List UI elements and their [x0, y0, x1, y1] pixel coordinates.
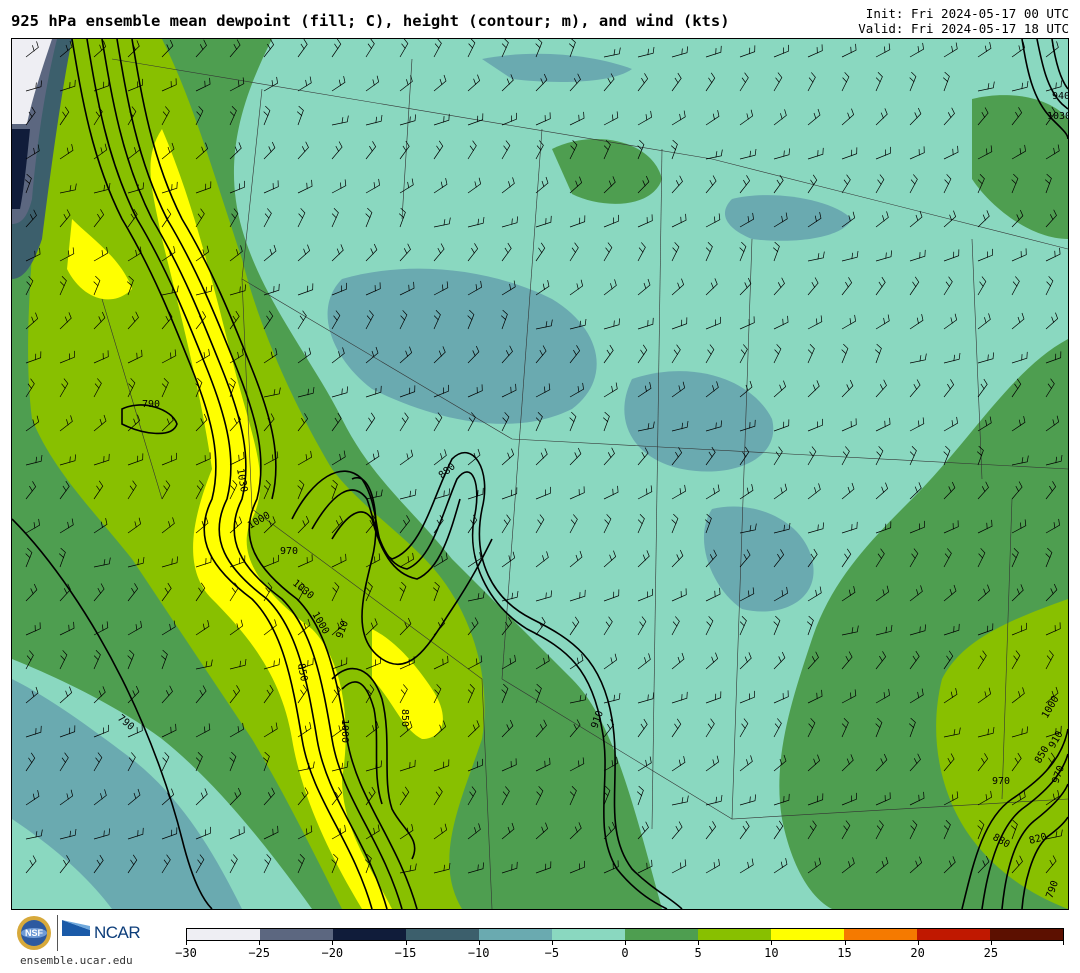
- map-svg: 790 790 790 1030 1000 970 1030 1000 910 …: [12, 39, 1068, 909]
- colorbar-swatch: [698, 929, 771, 940]
- colorbar-tick: [332, 941, 334, 945]
- colorbar-tick: [771, 941, 773, 945]
- colorbar-tick-label: −10: [467, 946, 490, 960]
- contour-label: 970: [280, 546, 298, 557]
- logo-divider: [57, 915, 58, 951]
- contour-label: 970: [992, 776, 1010, 787]
- forecast-map: 790 790 790 1030 1000 970 1030 1000 910 …: [11, 38, 1069, 910]
- colorbar-ticks: −30 −25 −20 −15 −10 −5 0 5 10 15 20 25: [175, 941, 1064, 967]
- contour-label: 1000: [339, 719, 350, 743]
- colorbar-swatch: [187, 929, 260, 940]
- colorbar-tick-label: −25: [248, 946, 270, 960]
- colorbar-swatch: [479, 929, 552, 940]
- init-time: Init: Fri 2024-05-17 00 UTC: [865, 6, 1069, 21]
- colorbar-tick-label: 0: [621, 946, 629, 960]
- colorbar-tick-label: 10: [764, 946, 779, 960]
- valid-time: Valid: Fri 2024-05-17 18 UTC: [858, 21, 1069, 36]
- colorbar-tick: [551, 941, 553, 945]
- colorbar: [186, 928, 1064, 941]
- contour-label: 940: [1052, 91, 1068, 102]
- colorbar-tick: [405, 941, 407, 945]
- colorbar-tick: [1063, 941, 1064, 945]
- logos: NSF NCAR ensemble.ucar.edu: [12, 912, 172, 970]
- colorbar-swatch: [917, 929, 990, 940]
- colorbar-tick-label: −15: [394, 946, 417, 960]
- colorbar-swatch: [990, 929, 1063, 940]
- colorbar-tick-label: −20: [321, 946, 344, 960]
- colorbar-tick: [917, 941, 919, 945]
- colorbar-tick: [844, 941, 846, 945]
- time-info: Init: Fri 2024-05-17 00 UTC Valid: Fri 2…: [858, 6, 1069, 36]
- colorbar-tick-label: −5: [544, 946, 560, 960]
- contour-label: 850: [399, 709, 410, 727]
- colorbar-tick-label: 20: [910, 946, 925, 960]
- colorbar-tick: [478, 941, 480, 945]
- colorbar-tick-label: 5: [694, 946, 702, 960]
- colorbar-tick-label: 15: [837, 946, 852, 960]
- site-url: ensemble.ucar.edu: [20, 954, 133, 967]
- nsf-logo-icon: NSF: [17, 916, 51, 950]
- colorbar-swatch: [552, 929, 625, 940]
- colorbar-tick: [698, 941, 700, 945]
- colorbar-swatch: [260, 929, 333, 940]
- ncar-logo-text: NCAR: [94, 923, 141, 942]
- chart-title: 925 hPa ensemble mean dewpoint (fill; C)…: [11, 12, 730, 30]
- colorbar-swatch: [844, 929, 917, 940]
- colorbar-swatch: [625, 929, 698, 940]
- ncar-logo-icon: [62, 920, 90, 936]
- colorbar-tick: [186, 941, 187, 945]
- colorbar-swatch: [771, 929, 844, 940]
- colorbar-tick-label: 25: [983, 946, 999, 960]
- colorbar-tick: [625, 941, 626, 945]
- colorbar-swatch: [406, 929, 479, 940]
- colorbar-swatch: [333, 929, 406, 940]
- colorbar-tick: [259, 941, 261, 945]
- contour-label: 790: [142, 399, 160, 410]
- colorbar-tick: [990, 941, 992, 945]
- nsf-logo-text: NSF: [25, 928, 44, 938]
- contour-label: 1030: [1047, 111, 1068, 122]
- colorbar-tick-label: −30: [175, 946, 197, 960]
